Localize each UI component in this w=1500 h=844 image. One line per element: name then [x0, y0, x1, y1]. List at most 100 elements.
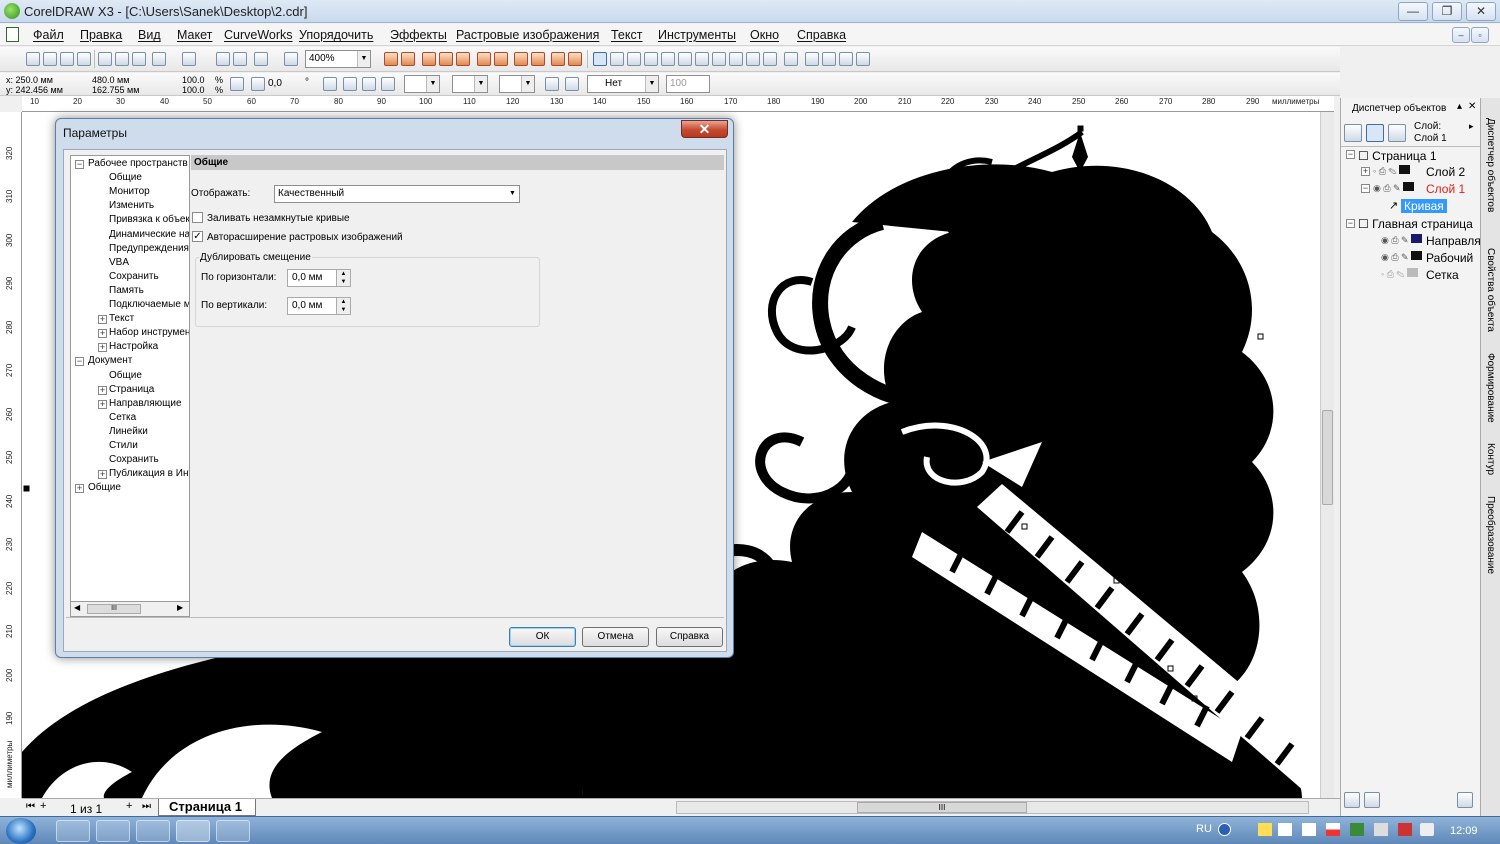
display-select[interactable]: Качественный ▼ [274, 185, 520, 203]
tree-item[interactable]: Публикация в Инт [109, 468, 189, 479]
expand-toggle[interactable]: − [75, 357, 84, 367]
first-page-button[interactable]: ⏮ [26, 801, 35, 812]
docker-close-button[interactable]: ✕ [1468, 101, 1476, 112]
menu-effects[interactable]: Эффекты [390, 28, 447, 42]
spin-down-icon[interactable]: ▼ [336, 306, 350, 314]
tree-grid-layer[interactable]: Сетка [1426, 268, 1459, 282]
smooth-icon[interactable] [531, 52, 545, 66]
export-icon[interactable] [233, 52, 247, 66]
node-align-icon[interactable] [362, 77, 376, 91]
scale-x[interactable]: 100.0 [182, 75, 205, 85]
tray-icon[interactable] [1258, 823, 1272, 836]
tree-item[interactable]: Набор инструмент [109, 327, 189, 338]
tree-page-1[interactable]: ☐ Страница 1 [1358, 149, 1437, 163]
tree-scrollbar[interactable]: ◀ III ▶ [70, 601, 190, 617]
mirror-v-icon[interactable] [343, 77, 357, 91]
horizontal-scroll-thumb[interactable]: III [857, 802, 1027, 813]
menu-help[interactable]: Справка [797, 28, 846, 42]
pick-tool-icon[interactable] [593, 52, 607, 66]
tree-item[interactable]: Общие [88, 482, 121, 493]
help-button[interactable]: Справка [656, 627, 723, 647]
layer-visibility-icons[interactable]: ◦ ⎙ ✎ [1381, 268, 1419, 280]
zoom-combo[interactable]: 400% ▼ [305, 50, 371, 68]
tree-item[interactable]: Линейки [109, 426, 148, 437]
tree-item[interactable]: Подключаемые м [109, 299, 189, 310]
undo-icon[interactable] [152, 52, 166, 66]
tree-item[interactable]: Рабочее пространств [88, 158, 188, 169]
edit-across-layers-icon[interactable] [1366, 124, 1384, 142]
auto-expand-checkbox[interactable]: ✓ [192, 231, 203, 242]
smart-fill-icon[interactable] [678, 52, 692, 66]
scroll-right-icon[interactable]: ▶ [177, 603, 183, 612]
taskbar-app-icon[interactable] [136, 820, 170, 842]
start-button[interactable] [6, 818, 36, 844]
curve-tool-1-icon[interactable] [422, 52, 436, 66]
end-arrow-combo[interactable]: ▼ [499, 75, 535, 93]
tree-master-page[interactable]: ☐ Главная страница [1358, 217, 1473, 231]
menu-layout[interactable]: Макет [177, 28, 212, 42]
taskbar-save-icon[interactable] [56, 820, 90, 842]
menu-curveworks[interactable]: CurveWorks [224, 28, 293, 42]
fill-open-curves-checkbox[interactable] [192, 212, 203, 223]
import-icon[interactable] [216, 52, 230, 66]
horizontal-offset-input[interactable]: 0,0 мм ▲ ▼ [287, 269, 351, 287]
page-tab[interactable]: Страница 1 [158, 799, 256, 816]
expand-toggle[interactable]: − [1346, 219, 1355, 228]
tray-icon[interactable] [1398, 823, 1412, 836]
tree-item[interactable]: Стили [109, 440, 138, 451]
tree-item[interactable]: Страница [109, 384, 154, 395]
tree-item[interactable]: Монитор [109, 186, 150, 197]
tree-item[interactable]: VBA [109, 257, 129, 268]
expand-toggle[interactable]: + [98, 329, 107, 339]
tree-layer-1[interactable]: Слой 1 [1426, 182, 1465, 196]
tree-scroll-thumb[interactable]: III [87, 604, 141, 614]
close-window-button[interactable]: ✕ [1466, 2, 1496, 21]
text-tool-icon[interactable] [763, 52, 777, 66]
help-tray-icon[interactable] [1218, 823, 1231, 836]
tree-item[interactable]: Сохранить [109, 454, 159, 465]
new-master-layer-icon[interactable] [1364, 792, 1380, 808]
scroll-left-icon[interactable]: ◀ [74, 603, 80, 612]
cut-icon[interactable] [98, 52, 112, 66]
expand-toggle[interactable]: + [75, 484, 84, 494]
ok-button[interactable]: ОК [509, 627, 576, 647]
docker-menu-button[interactable]: ▸ [1469, 121, 1474, 132]
rectangle-tool-icon[interactable] [695, 52, 709, 66]
tab-object-properties[interactable]: Свойства объекта [1485, 248, 1496, 332]
tab-transformation[interactable]: Преобразование [1485, 496, 1496, 574]
color-styles-icon[interactable] [384, 52, 398, 66]
tree-item[interactable]: Изменить [109, 200, 154, 211]
show-properties-icon[interactable] [1344, 124, 1362, 142]
doc-restore-button[interactable]: ▫ [1471, 27, 1489, 43]
copy-icon[interactable] [115, 52, 129, 66]
tree-item[interactable]: Документ [88, 355, 132, 366]
interactive-blend-icon[interactable] [784, 52, 798, 66]
polygon-tool-icon[interactable] [729, 52, 743, 66]
clock[interactable]: 12:09 [1450, 825, 1478, 837]
outline-tool-icon[interactable] [822, 52, 836, 66]
menu-edit[interactable]: Правка [80, 28, 122, 42]
tab-object-manager[interactable]: Диспетчер объектов [1485, 118, 1496, 212]
basic-shapes-icon[interactable] [746, 52, 760, 66]
obj-height[interactable]: 162.755 мм [92, 85, 139, 95]
close-curve-icon[interactable] [545, 77, 559, 91]
new-icon[interactable] [26, 52, 40, 66]
vertical-scrollbar[interactable] [1320, 112, 1334, 798]
tree-item[interactable]: Направляющие [109, 398, 182, 409]
layer-visibility-icons[interactable]: ◉ ⎙ ✎ [1381, 251, 1423, 263]
freehand-tool-icon[interactable] [661, 52, 675, 66]
layer-visibility-icons[interactable]: ◦ ⎙ ✎ [1373, 165, 1411, 177]
expand-toggle[interactable]: + [98, 399, 107, 409]
fill-tool-icon[interactable] [839, 52, 853, 66]
gear-icon[interactable] [551, 52, 565, 66]
tree-guides-layer[interactable]: Направля [1426, 234, 1481, 248]
taskbar-coreldraw-icon[interactable] [176, 820, 210, 842]
tray-icon[interactable] [1302, 823, 1316, 836]
crop-tool-icon[interactable] [627, 52, 641, 66]
layer-manager-icon[interactable] [1388, 124, 1406, 142]
tree-item[interactable]: Привязка к объек [109, 214, 189, 225]
scale-y[interactable]: 100.0 [182, 85, 205, 95]
redo-icon[interactable] [182, 52, 196, 66]
spin-up-icon[interactable]: ▲ [336, 298, 350, 306]
tray-icon[interactable] [1278, 823, 1292, 836]
